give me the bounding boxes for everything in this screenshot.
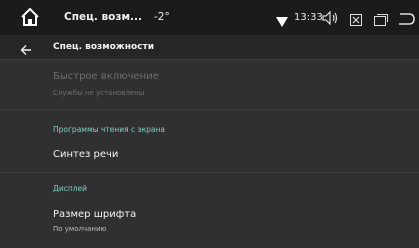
- status-bar: Спец. возм... -2° 13:33: [0, 0, 419, 35]
- tts-title: Синтез речи: [53, 149, 119, 160]
- close-box-icon[interactable]: [350, 11, 362, 30]
- quick-enable-title: Быстрое включение: [53, 71, 159, 82]
- screen-reader-category: Программы чтения с экрана: [53, 125, 166, 134]
- home-icon[interactable]: [20, 7, 40, 31]
- back-arrow-icon[interactable]: [20, 41, 32, 60]
- font-size-title: Размер шрифта: [53, 209, 137, 220]
- font-size-subtitle: По умолчанию: [53, 225, 107, 233]
- clock-time: 13:33: [294, 12, 323, 23]
- display-category: Дисплей: [53, 184, 88, 193]
- quick-enable-subtitle: Службы не установлены: [53, 89, 145, 97]
- window-icon[interactable]: [374, 11, 388, 30]
- volume-icon[interactable]: [322, 10, 340, 29]
- action-bar: Спец. возможности: [0, 35, 419, 59]
- app-title: Спец. возм...: [64, 11, 143, 23]
- temperature: -2°: [154, 11, 170, 23]
- wifi-icon: [276, 12, 288, 31]
- page-title: Спец. возможности: [53, 42, 155, 52]
- settings-list: Быстрое включение Службы не установлены …: [0, 59, 419, 248]
- back-icon[interactable]: [397, 10, 415, 29]
